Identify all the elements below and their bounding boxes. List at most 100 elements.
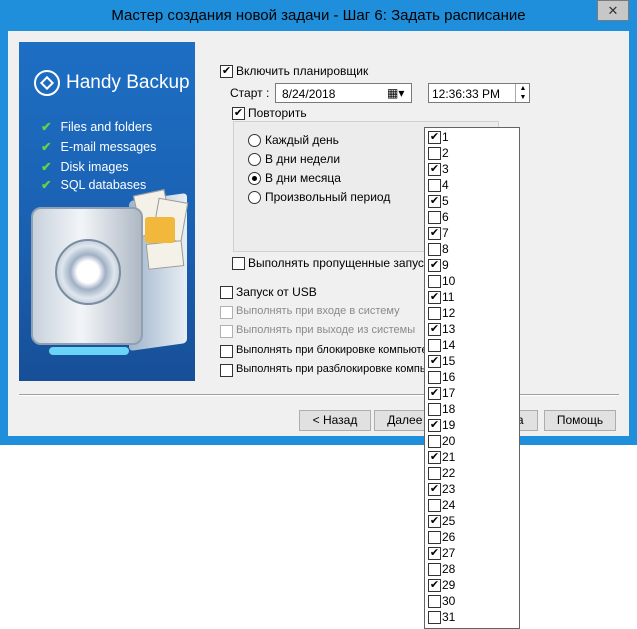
month-day-checkbox[interactable]: ✔: [428, 387, 441, 400]
month-day-item[interactable]: 18: [425, 401, 519, 417]
month-day-checkbox[interactable]: ✔: [428, 483, 441, 496]
month-day-checkbox[interactable]: [428, 179, 441, 192]
month-day-item[interactable]: ✔ 11: [425, 289, 519, 305]
back-button[interactable]: < Назад: [299, 410, 371, 431]
month-day-checkbox[interactable]: [428, 611, 441, 624]
month-day-checkbox[interactable]: [428, 243, 441, 256]
wizard-client-area: Handy Backup ✔ Files and folders ✔ E-mail …: [8, 31, 629, 436]
month-day-checkbox[interactable]: ✔: [428, 131, 441, 144]
month-day-item[interactable]: ✔ 23: [425, 481, 519, 497]
month-day-checkbox[interactable]: [428, 339, 441, 352]
month-day-checkbox[interactable]: [428, 211, 441, 224]
month-day-item[interactable]: ✔ 19: [425, 417, 519, 433]
month-day-item[interactable]: ✔ 5: [425, 193, 519, 209]
month-day-label: 25: [442, 514, 456, 528]
radio-every-day[interactable]: [248, 134, 261, 147]
month-day-label: 14: [442, 338, 456, 352]
month-day-item[interactable]: 26: [425, 529, 519, 545]
calendar-icon[interactable]: ▦▾: [387, 86, 404, 100]
month-day-item[interactable]: 6: [425, 209, 519, 225]
month-day-checkbox[interactable]: [428, 435, 441, 448]
month-day-item[interactable]: ✔ 9: [425, 257, 519, 273]
enable-scheduler-label: Включить планировщик: [236, 64, 369, 78]
month-day-checkbox[interactable]: [428, 499, 441, 512]
logoff-trigger-checkbox[interactable]: [220, 325, 233, 338]
month-day-item[interactable]: 14: [425, 337, 519, 353]
logon-trigger-checkbox[interactable]: [220, 306, 233, 319]
month-day-checkbox[interactable]: [428, 467, 441, 480]
start-date-picker[interactable]: 8/24/2018 ▦▾: [275, 83, 412, 103]
month-day-checkbox[interactable]: ✔: [428, 291, 441, 304]
month-day-checkbox[interactable]: [428, 147, 441, 160]
checkmark-icon: ✔: [41, 178, 52, 192]
month-day-item[interactable]: 16: [425, 369, 519, 385]
lock-trigger-checkbox[interactable]: [220, 345, 233, 358]
radio-label: Каждый день: [265, 133, 339, 147]
month-day-item[interactable]: ✔ 15: [425, 353, 519, 369]
month-day-item[interactable]: 30: [425, 593, 519, 609]
month-day-label: 28: [442, 562, 456, 576]
month-day-item[interactable]: 31: [425, 609, 519, 625]
month-day-label: 15: [442, 354, 456, 368]
month-day-item[interactable]: ✔ 1: [425, 129, 519, 145]
month-day-checkbox[interactable]: ✔: [428, 355, 441, 368]
month-day-item[interactable]: 24: [425, 497, 519, 513]
month-day-checkbox[interactable]: ✔: [428, 259, 441, 272]
enable-scheduler-checkbox[interactable]: ✔: [220, 65, 233, 78]
month-day-checkbox[interactable]: [428, 531, 441, 544]
month-day-item[interactable]: 8: [425, 241, 519, 257]
product-banner: Handy Backup ✔ Files and folders ✔ E-mail …: [19, 42, 195, 381]
month-day-checkbox[interactable]: ✔: [428, 227, 441, 240]
wizard-window: Мастер создания новой задачи - Шаг 6: За…: [0, 0, 637, 445]
month-day-item[interactable]: 28: [425, 561, 519, 577]
run-missed-checkbox[interactable]: [232, 257, 245, 270]
month-day-checkbox[interactable]: ✔: [428, 451, 441, 464]
month-day-checkbox[interactable]: [428, 371, 441, 384]
month-day-item[interactable]: 22: [425, 465, 519, 481]
title-bar[interactable]: Мастер создания новой задачи - Шаг 6: За…: [0, 0, 637, 31]
time-spinner-icon[interactable]: ▲ ▼: [515, 84, 530, 102]
month-day-checkbox[interactable]: [428, 275, 441, 288]
month-day-checkbox[interactable]: [428, 403, 441, 416]
month-day-item[interactable]: 4: [425, 177, 519, 193]
month-day-item[interactable]: ✔ 27: [425, 545, 519, 561]
handy-backup-logo-icon: [34, 70, 60, 96]
month-day-checkbox[interactable]: ✔: [428, 515, 441, 528]
close-button[interactable]: ✕: [597, 0, 629, 21]
start-date-value: 8/24/2018: [282, 87, 336, 101]
month-day-checkbox[interactable]: ✔: [428, 579, 441, 592]
month-day-checkbox[interactable]: [428, 595, 441, 608]
unlock-trigger-checkbox[interactable]: [220, 364, 233, 377]
radio-month-days[interactable]: [248, 172, 261, 185]
footer-separator: [19, 394, 619, 396]
month-day-label: 24: [442, 498, 456, 512]
month-day-checkbox[interactable]: [428, 563, 441, 576]
month-day-item[interactable]: ✔ 7: [425, 225, 519, 241]
month-day-checkbox[interactable]: ✔: [428, 195, 441, 208]
safe-illustration: [31, 207, 143, 345]
month-day-item[interactable]: 20: [425, 433, 519, 449]
month-days-dropdown[interactable]: ✔ 1 2 ✔ 3 4 ✔ 5 6 ✔ 7 8 ✔ 9 10 ✔ 11 12 ✔ 13 14 ✔ 15 16 ✔ 17 18 ✔ 19 2…: [424, 127, 520, 629]
start-time-field[interactable]: 12:36:33 PM ▲ ▼: [428, 83, 530, 103]
month-day-checkbox[interactable]: ✔: [428, 323, 441, 336]
month-day-item[interactable]: 10: [425, 273, 519, 289]
month-day-checkbox[interactable]: ✔: [428, 419, 441, 432]
repeat-checkbox[interactable]: ✔: [232, 107, 245, 120]
help-button[interactable]: Помощь: [544, 410, 616, 431]
month-day-item[interactable]: 12: [425, 305, 519, 321]
month-day-checkbox[interactable]: [428, 307, 441, 320]
radio-custom-period[interactable]: [248, 191, 261, 204]
month-day-label: 16: [442, 370, 456, 384]
month-day-label: 18: [442, 402, 456, 416]
month-day-item[interactable]: ✔ 25: [425, 513, 519, 529]
month-day-checkbox[interactable]: ✔: [428, 163, 441, 176]
month-day-checkbox[interactable]: ✔: [428, 547, 441, 560]
usb-trigger-checkbox[interactable]: [220, 286, 233, 299]
month-day-item[interactable]: ✔ 21: [425, 449, 519, 465]
radio-weekdays[interactable]: [248, 153, 261, 166]
month-day-item[interactable]: ✔ 17: [425, 385, 519, 401]
month-day-item[interactable]: 2: [425, 145, 519, 161]
month-day-item[interactable]: ✔ 3: [425, 161, 519, 177]
month-day-item[interactable]: ✔ 29: [425, 577, 519, 593]
month-day-item[interactable]: ✔ 13: [425, 321, 519, 337]
